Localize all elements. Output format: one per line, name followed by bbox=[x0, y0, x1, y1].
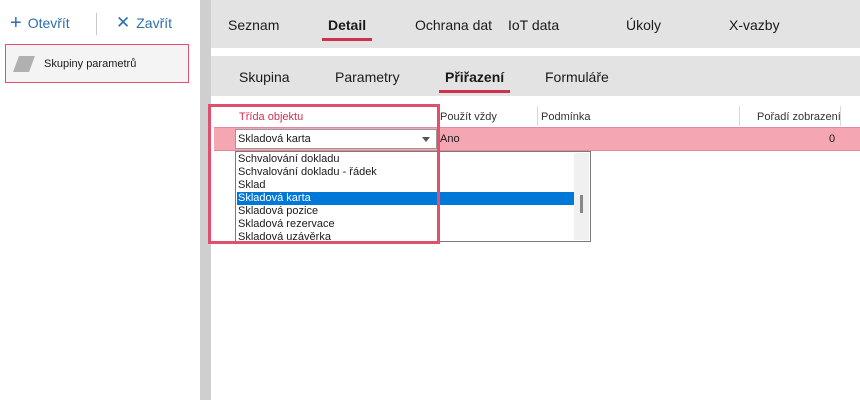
dropdown-option[interactable]: Sklad bbox=[237, 179, 574, 192]
dropdown-option[interactable]: Skladová rezervace bbox=[237, 218, 574, 231]
close-button[interactable]: ✕ Zavřít bbox=[116, 12, 172, 34]
tab-label: Parametry bbox=[335, 69, 400, 85]
column-header-trida-objektu[interactable]: Třída objektu bbox=[239, 107, 303, 126]
tab-ochrana-dat[interactable]: Ochrana dat bbox=[415, 17, 492, 33]
column-separator[interactable] bbox=[437, 106, 438, 126]
active-tab-underline bbox=[439, 90, 511, 93]
column-header-poradi-zobrazeni[interactable]: Pořadí zobrazení bbox=[757, 107, 841, 126]
tab-label: X-vazby bbox=[729, 17, 780, 33]
close-icon: ✕ bbox=[116, 13, 131, 32]
open-button[interactable]: + Otevřít bbox=[10, 12, 70, 34]
cell-pouzit-vzdy: Ano bbox=[440, 133, 460, 145]
tab-skupina[interactable]: Skupina bbox=[239, 69, 290, 85]
sidebar-item-label: Skupiny parametrů bbox=[44, 57, 137, 70]
sidebar-item-skupiny-parametru[interactable]: Skupiny parametrů bbox=[5, 44, 189, 83]
tab-parametry[interactable]: Parametry bbox=[335, 69, 400, 85]
chevron-down-icon[interactable] bbox=[422, 137, 430, 142]
tab-iot-data[interactable]: IoT data bbox=[508, 17, 559, 33]
close-button-label: Zavřít bbox=[136, 15, 173, 31]
scrollbar-thumb[interactable] bbox=[580, 195, 583, 213]
column-separator[interactable] bbox=[537, 106, 538, 126]
tab-label: Seznam bbox=[228, 17, 280, 33]
dropdown-option[interactable]: Schvalování dokladu bbox=[237, 153, 574, 166]
left-pane: + Otevřít ✕ Zavřít Skupiny parametrů bbox=[0, 0, 200, 400]
tab-label: Přiřazení bbox=[445, 69, 505, 85]
tab-detail[interactable]: Detail bbox=[322, 17, 373, 41]
tab-label: Úkoly bbox=[626, 17, 662, 33]
column-separator[interactable] bbox=[840, 106, 841, 126]
tab-label: IoT data bbox=[508, 17, 560, 33]
trida-objektu-dropdown[interactable]: Schvalování dokladu Schvalování dokladu … bbox=[235, 151, 591, 243]
plus-icon: + bbox=[10, 12, 22, 34]
sub-tab-bar: Skupina Parametry Přiřazení Formuláře bbox=[211, 56, 860, 96]
column-header-pouzit-vzdy[interactable]: Použít vždy bbox=[440, 107, 497, 126]
column-separator[interactable] bbox=[739, 106, 740, 126]
tab-x-vazby[interactable]: X-vazby bbox=[729, 17, 780, 33]
dropdown-option[interactable]: Skladová uzávěrka bbox=[237, 231, 574, 243]
tab-label: Detail bbox=[328, 17, 367, 33]
open-button-label: Otevřít bbox=[27, 15, 70, 31]
cell-poradi-zobrazeni: 0 bbox=[829, 133, 836, 145]
dropdown-scrollbar[interactable] bbox=[574, 153, 589, 240]
tab-label: Formuláře bbox=[545, 69, 609, 85]
dropdown-option-selected[interactable]: Skladová karta bbox=[237, 192, 574, 205]
tab-ukoly[interactable]: Úkoly bbox=[626, 17, 661, 33]
tab-prirazeni[interactable]: Přiřazení bbox=[439, 69, 511, 93]
dropdown-option[interactable]: Schvalování dokladu - řádek bbox=[237, 166, 574, 179]
tab-label: Skupina bbox=[239, 69, 290, 85]
dropdown-option[interactable]: Skladová pozice bbox=[237, 205, 574, 218]
tab-gap bbox=[211, 48, 860, 56]
column-header-podminka[interactable]: Podmínka bbox=[541, 107, 591, 126]
trida-objektu-combobox[interactable]: Skladová karta bbox=[235, 129, 437, 149]
tab-label: Ochrana dat bbox=[415, 17, 493, 33]
tab-seznam[interactable]: Seznam bbox=[228, 17, 279, 33]
pane-divider[interactable] bbox=[200, 0, 211, 400]
item-icon bbox=[13, 55, 35, 72]
toolbar-separator bbox=[96, 13, 97, 35]
tab-formulare[interactable]: Formuláře bbox=[545, 69, 609, 85]
combobox-value: Skladová karta bbox=[238, 133, 311, 145]
top-tab-bar: Seznam Detail Ochrana dat IoT data Úkoly… bbox=[211, 0, 860, 48]
active-tab-underline bbox=[322, 38, 373, 41]
